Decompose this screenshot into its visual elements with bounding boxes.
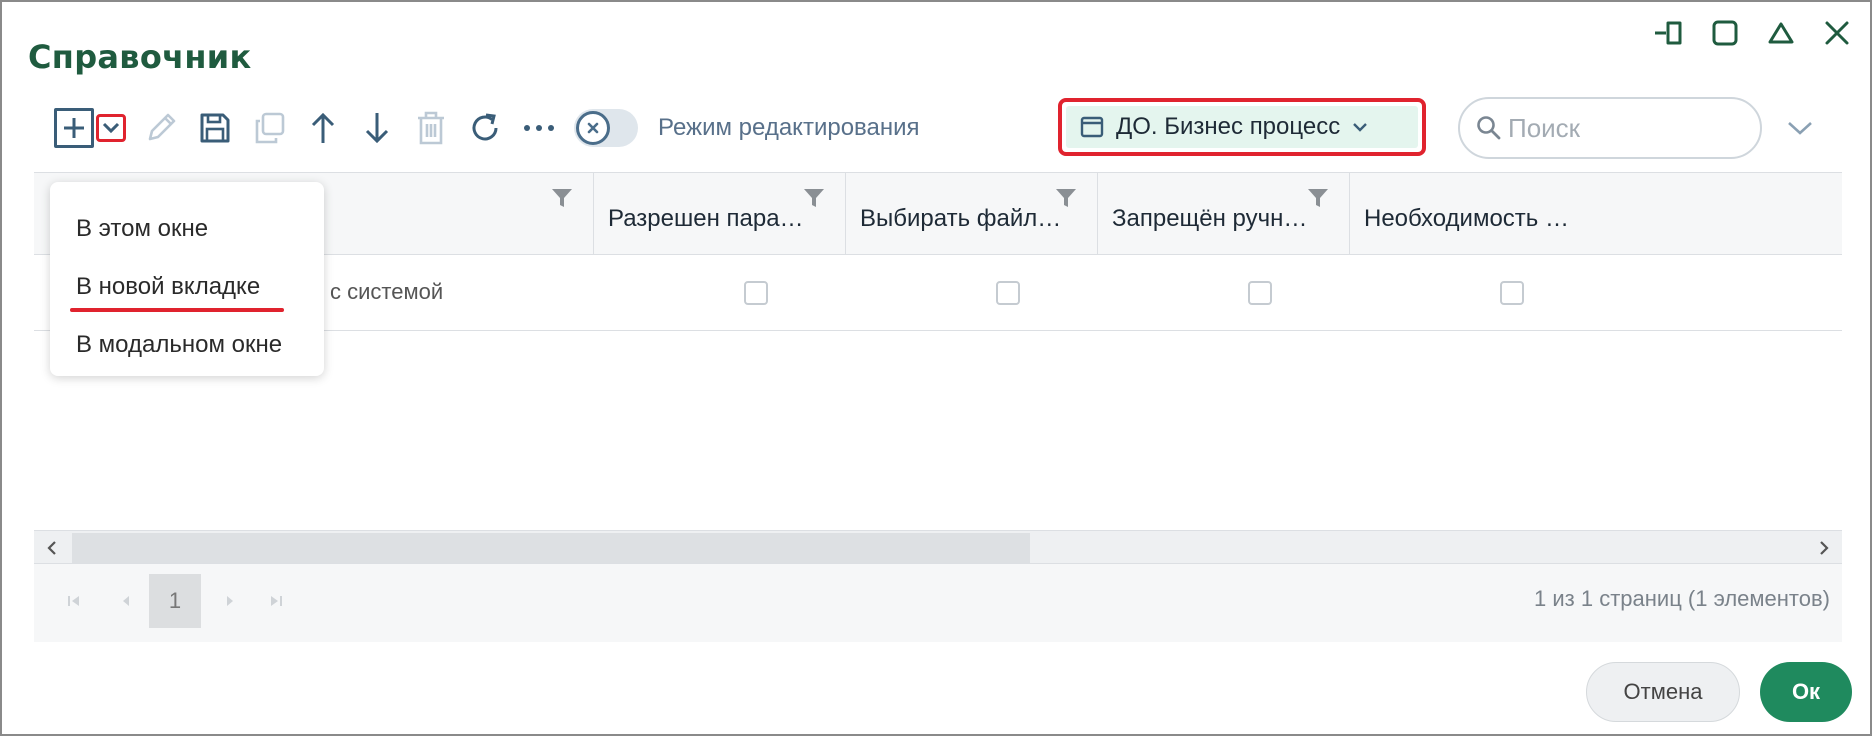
chevron-down-icon [102, 122, 120, 134]
add-dropdown-menu: В этом окне В новой вкладке В модальном … [50, 182, 324, 376]
column-header-necessity[interactable]: Необходимость … [1350, 173, 1650, 255]
highlight-underline [70, 308, 284, 312]
window-controls [1652, 16, 1854, 50]
toolbar-expand-button[interactable] [1784, 112, 1816, 144]
column-header-manual-forbidden[interactable]: Запрещён ручн… [1098, 173, 1350, 255]
collapse-icon[interactable] [1764, 16, 1798, 50]
filter-icon[interactable] [551, 187, 573, 209]
prev-page-icon[interactable] [100, 574, 152, 628]
search-input[interactable] [1508, 112, 1738, 144]
filter-icon[interactable] [1055, 187, 1077, 209]
trash-icon [418, 111, 444, 145]
toggle-knob [576, 111, 610, 145]
filter-icon[interactable] [803, 187, 825, 209]
row-checkbox[interactable] [744, 281, 768, 305]
row-checkbox[interactable] [1248, 281, 1272, 305]
minimize-to-tray-icon[interactable] [1652, 16, 1686, 50]
column-header-allowed-param[interactable]: Разрешен пара… [594, 173, 846, 255]
add-icon [64, 118, 84, 138]
copy-icon [255, 112, 285, 144]
search-box [1458, 97, 1762, 159]
pager-info: 1 из 1 страниц (1 элементов) [1534, 586, 1830, 611]
chevron-down-icon [1353, 123, 1368, 132]
dialog-title: Справочник [28, 38, 252, 76]
maximize-icon[interactable] [1708, 16, 1742, 50]
menu-item-modal-window[interactable]: В модальном окне [50, 316, 324, 374]
first-page-icon[interactable] [48, 574, 100, 628]
filter-icon[interactable] [1307, 187, 1329, 209]
more-button[interactable] [512, 101, 566, 155]
scrollbar-thumb[interactable] [72, 533, 1030, 563]
save-button[interactable] [188, 101, 242, 155]
edit-button[interactable] [134, 101, 188, 155]
process-selector[interactable]: ДО. Бизнес процесс [1066, 106, 1418, 148]
add-button-group [54, 101, 134, 155]
next-page-icon[interactable] [204, 574, 256, 628]
column-header-choose-file[interactable]: Выбирать файл… [846, 173, 1098, 255]
close-small-icon [587, 122, 599, 134]
arrow-up-icon [311, 112, 335, 143]
toolbar: Режим редактирования [54, 100, 920, 156]
more-icon [524, 125, 554, 131]
menu-item-new-tab[interactable]: В новой вкладке [50, 258, 324, 316]
copy-button[interactable] [242, 101, 296, 155]
last-page-icon[interactable] [250, 574, 302, 628]
delete-button[interactable] [404, 101, 458, 155]
cancel-button[interactable]: Отмена [1586, 662, 1740, 722]
edit-icon [148, 113, 176, 141]
chevron-down-icon [1788, 122, 1812, 135]
dialog-window: Справочник Режим редактирования ДО. Бизн… [0, 0, 1872, 736]
horizontal-scrollbar[interactable] [34, 530, 1842, 564]
refresh-icon [472, 113, 498, 141]
window-icon [1080, 116, 1104, 138]
save-icon [200, 113, 230, 143]
search-icon [1477, 116, 1501, 140]
arrow-down-icon [365, 113, 389, 144]
close-icon[interactable] [1820, 16, 1854, 50]
ok-button[interactable]: Ок [1760, 662, 1852, 722]
scroll-right-icon[interactable] [1806, 531, 1842, 565]
pager: 1 1 из 1 страниц (1 элементов) [34, 564, 1842, 642]
row-checkbox[interactable] [996, 281, 1020, 305]
scroll-left-icon[interactable] [34, 531, 70, 565]
menu-item-this-window[interactable]: В этом окне [50, 200, 324, 258]
add-dropdown-toggle[interactable] [96, 114, 126, 142]
row-name-cell: с системой [330, 279, 444, 304]
page-number-button[interactable]: 1 [149, 574, 201, 628]
add-button[interactable] [54, 108, 94, 148]
row-checkbox[interactable] [1500, 281, 1524, 305]
edit-mode-toggle[interactable] [574, 109, 638, 147]
process-selector-highlight: ДО. Бизнес процесс [1058, 98, 1426, 156]
edit-mode-label: Режим редактирования [658, 114, 920, 141]
move-down-button[interactable] [350, 101, 404, 155]
process-selector-label: ДО. Бизнес процесс [1116, 113, 1341, 140]
move-up-button[interactable] [296, 101, 350, 155]
refresh-button[interactable] [458, 101, 512, 155]
